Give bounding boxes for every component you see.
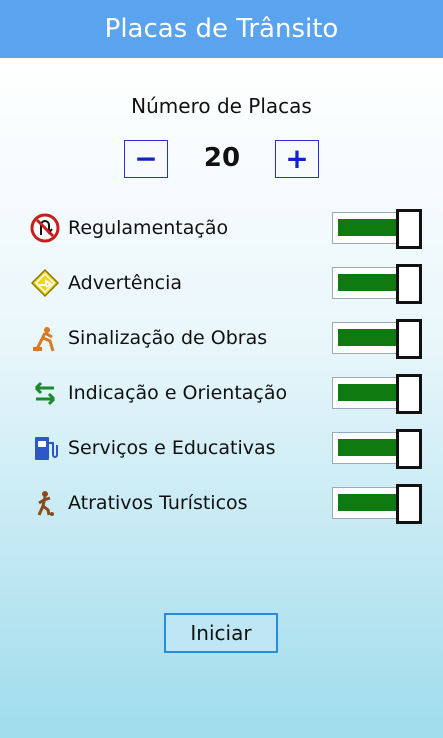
category-label: Serviços e Educativas — [68, 437, 276, 459]
category-row-regulamentacao: Regulamentação — [0, 208, 443, 249]
two-way-arrows-icon — [30, 378, 60, 408]
category-row-atrativos-turisticos: Atrativos Turísticos — [0, 483, 443, 524]
app-header: Placas de Trânsito — [0, 0, 443, 58]
category-label: Advertência — [68, 272, 183, 294]
category-label: Sinalização de Obras — [68, 327, 268, 349]
decrease-button[interactable]: − — [124, 140, 168, 178]
sign-count-value: 20 — [203, 143, 241, 173]
start-button[interactable]: Iniciar — [164, 613, 278, 653]
category-toggle-sinalizacao-obras[interactable] — [332, 319, 422, 359]
category-row-advertencia: Advertência — [0, 263, 443, 304]
road-works-icon — [30, 323, 60, 353]
football-player-icon — [30, 488, 60, 518]
category-toggle-advertencia[interactable] — [332, 264, 422, 304]
category-label: Atrativos Turísticos — [68, 492, 248, 514]
fuel-pump-icon — [30, 433, 60, 463]
increase-button[interactable]: + — [275, 140, 319, 178]
warning-diamond-sign-icon — [30, 268, 60, 298]
category-label: Indicação e Orientação — [68, 382, 288, 404]
minus-icon: − — [134, 142, 158, 175]
category-label: Regulamentação — [68, 217, 229, 239]
category-row-servicos-educativas: Serviços e Educativas — [0, 428, 443, 469]
no-u-turn-sign-icon — [30, 213, 60, 243]
category-toggle-atrativos-turisticos[interactable] — [332, 484, 422, 524]
category-toggle-indicacao-orientacao[interactable] — [332, 374, 422, 414]
sign-count-title: Número de Placas — [131, 94, 312, 118]
category-toggle-regulamentacao[interactable] — [332, 209, 422, 249]
app-title: Placas de Trânsito — [104, 14, 339, 44]
category-toggle-servicos-educativas[interactable] — [332, 429, 422, 469]
category-row-sinalizacao-obras: Sinalização de Obras — [0, 318, 443, 359]
category-row-indicacao-orientacao: Indicação e Orientação — [0, 373, 443, 414]
plus-icon: + — [285, 142, 309, 175]
